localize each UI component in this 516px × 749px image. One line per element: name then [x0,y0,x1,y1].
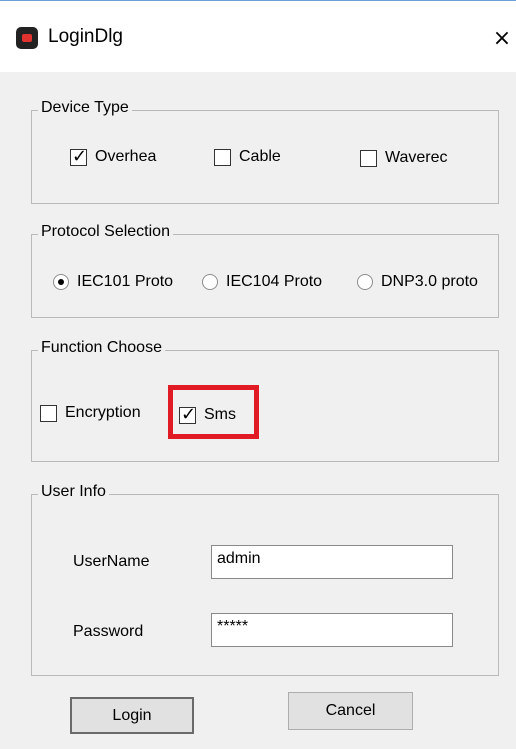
title-bar: LoginDlg × [0,0,516,72]
iec101-radio-dot[interactable] [53,274,69,290]
waverec-check-box[interactable] [360,149,377,167]
dnp3-label: DNP3.0 proto [381,273,478,290]
encryption-label: Encryption [65,404,141,421]
dnp3-radio[interactable]: DNP3.0 proto [357,273,495,291]
sms-highlight-box [168,385,259,439]
encryption-check-box[interactable] [40,404,57,422]
window-title: LoginDlg [48,26,123,47]
waverec-checkbox[interactable]: Waverec [360,149,448,167]
cable-label: Cable [239,148,281,165]
user-info-title: User Info [38,483,109,501]
iec104-radio[interactable]: IEC104 Proto [202,273,347,291]
username-label: UserName [73,553,150,570]
cancel-button[interactable]: Cancel [288,692,413,730]
username-input[interactable]: admin [211,545,453,579]
overhead-label: Overhea [95,148,157,165]
iec104-label: IEC104 Proto [226,273,323,290]
protocol-selection-title: Protocol Selection [38,223,173,241]
login-button[interactable]: Login [70,697,194,734]
iec104-radio-dot[interactable] [202,274,218,290]
iec101-label: IEC101 Proto [77,273,174,290]
overhead-checkbox[interactable]: Overhea [70,146,157,167]
dialog-body: Device Type Overhea Cable Waverec Protoc… [9,72,516,749]
device-type-title: Device Type [38,99,132,117]
cable-check-box[interactable] [214,148,231,166]
app-icon [16,27,38,49]
function-choose-title: Function Choose [38,339,165,357]
cable-checkbox[interactable]: Cable [214,148,281,166]
encryption-checkbox[interactable]: Encryption [40,404,141,422]
password-label: Password [73,623,144,640]
user-info-group: User Info [31,483,499,676]
iec101-radio[interactable]: IEC101 Proto [53,273,180,291]
close-icon[interactable]: × [488,25,516,53]
overhead-check-box[interactable] [70,146,87,167]
waverec-label: Waverec [385,149,448,166]
dnp3-radio-dot[interactable] [357,274,373,290]
password-input[interactable]: ***** [211,613,453,647]
